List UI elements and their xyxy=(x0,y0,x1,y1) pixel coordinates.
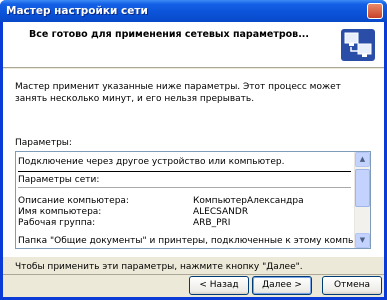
row-value: КомпьютерАлександра xyxy=(193,196,304,206)
params-scrollbar[interactable]: ▲ ▼ xyxy=(354,152,370,248)
row-key: Рабочая группа: xyxy=(18,218,96,228)
close-icon[interactable] xyxy=(367,3,383,19)
params-listbox[interactable]: Подключение через другое устройство или … xyxy=(15,151,371,249)
header-title: Все готово для применения сетевых параме… xyxy=(29,29,310,40)
intro-text: Мастер применит указанные ниже параметры… xyxy=(15,82,341,104)
scroll-up-arrow-icon[interactable]: ▲ xyxy=(355,152,370,167)
divider xyxy=(18,171,351,172)
cancel-button[interactable]: Отмена xyxy=(322,276,382,295)
title-bar[interactable]: Мастер настройки сети xyxy=(0,0,387,22)
window-title: Мастер настройки сети xyxy=(6,5,148,17)
footer-divider xyxy=(3,274,384,275)
divider xyxy=(18,187,351,188)
back-button[interactable]: < Назад xyxy=(189,276,249,295)
wizard-header: Все готово для применения сетевых параме… xyxy=(3,22,384,68)
params-label: Параметры: xyxy=(15,138,72,148)
row-key: Имя компьютера: xyxy=(18,207,102,217)
wizard-client-area: Все готово для применения сетевых параме… xyxy=(3,22,384,297)
wizard-window: Мастер настройки сети Все готово для при… xyxy=(0,0,387,300)
network-settings-heading: Параметры сети: xyxy=(18,175,100,185)
apply-instruction: Чтобы применить эти параметры, нажмите к… xyxy=(15,262,303,272)
row-value: ALECSANDR xyxy=(193,207,249,217)
wizard-body: Мастер применит указанные ниже параметры… xyxy=(3,69,384,257)
row-key: Описание компьютера: xyxy=(18,196,129,206)
scroll-thumb[interactable] xyxy=(355,169,370,207)
shared-folder-note: Папка "Общие документы" и принтеры, подк… xyxy=(18,236,370,246)
network-computers-icon xyxy=(341,29,375,61)
connection-text: Подключение через другое устройство или … xyxy=(18,157,285,167)
scroll-down-arrow-icon[interactable]: ▼ xyxy=(355,233,370,248)
row-value: ARB_PRI xyxy=(193,218,231,228)
next-button[interactable]: Далее > xyxy=(252,276,312,295)
